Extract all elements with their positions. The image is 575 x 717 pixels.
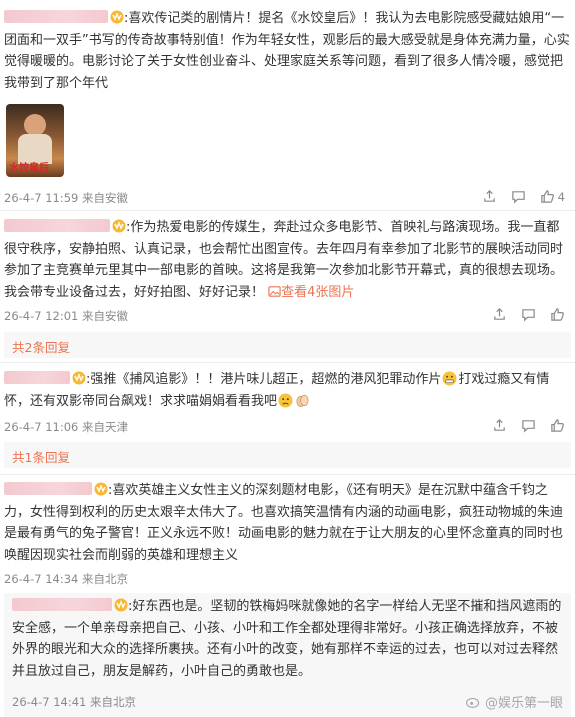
comment-icon [511,191,525,204]
picture-icon [268,286,281,297]
like-icon [540,190,554,203]
vip-badge-icon [94,482,108,496]
comment-actions [492,418,565,433]
view-replies-link[interactable]: 共1条回复 [12,447,70,466]
comment-button[interactable] [521,307,536,322]
comment-location: 来自北京 [82,572,129,586]
reply-box [4,332,571,358]
vip-badge-icon [112,219,126,233]
like-button[interactable] [550,307,565,322]
grimace-emoji-icon [442,371,457,386]
sad-emoji-icon [278,393,293,408]
comment-button[interactable] [511,189,526,204]
comment-icon [522,309,535,322]
comment-4: :喜欢英雄主义女性主义的深刻题材电影，《还有明天》是在沉默中蕴含千钧之力，女性得… [0,474,575,594]
view-pictures-link[interactable]: 查看4张图片 [268,285,354,300]
share-icon [494,419,505,431]
comment-date: 26-4-7 12:01 [4,309,79,323]
comment-meta: 26-4-7 14:34 来自北京 [4,571,128,587]
like-button[interactable] [550,418,565,433]
vip-badge-icon [110,10,124,24]
comment-text: :好东西也是。坚韧的铁梅妈咪就像她的名字一样给人无坚不摧和挡风遮雨的安全感，一个… [12,598,562,680]
comment-date: 26-4-7 11:59 [4,191,79,205]
movie-poster-image[interactable]: 水饺皇后 [6,104,64,177]
comment-1: :喜欢传记类的剧情片！提名《水饺皇后》！我认为去电影院感受藏姑娘用“一团面和一双… [0,0,575,206]
like-count: 4 [557,189,565,204]
comment-button[interactable] [521,418,536,433]
view-replies-link[interactable]: 共2条回复 [12,337,70,356]
username-redacted[interactable] [12,598,112,611]
comment-actions [492,307,565,322]
comment-date: 26-4-7 11:06 [4,420,79,434]
username-redacted[interactable] [4,219,110,232]
comment-meta: 26-4-7 12:01 来自安徽 [4,308,128,324]
comment-location: 来自安徽 [82,309,129,323]
comment-location: 来自天津 [82,420,129,434]
reply-box [4,442,571,468]
comment-icon [522,420,535,433]
comment-text: :强推《捕风追影》！！港片味儿超正，超燃的港风犯罪动作片 打戏过瘾又有情怀，还有双… [4,371,550,409]
comment-meta: 26-4-7 14:41 来自北京 [12,694,136,710]
share-button[interactable] [492,307,507,322]
share-button[interactable] [492,418,507,433]
watermark: @娱乐第一眼 [465,692,563,711]
like-icon [551,308,564,321]
comment-location: 来自安徽 [82,191,129,205]
comment-meta: 26-4-7 11:59 来自安徽 [4,190,128,206]
share-button[interactable] [482,189,497,204]
vip-badge-icon [114,598,128,612]
vip-badge-icon [72,371,86,385]
comment-actions: 4 [482,189,565,204]
username-redacted[interactable] [4,371,70,384]
comment-meta: 26-4-7 11:06 来自天津 [4,419,128,435]
share-icon [494,308,505,320]
comment-text: :喜欢英雄主义女性主义的深刻题材电影，《还有明天》是在沉默中蕴含千钧之力，女性得… [4,482,564,564]
share-icon [483,190,495,202]
comment-text: :作为热爱电影的传媒生，奔赴过众多电影节、首映礼与路演现场。我一直都很守秩序，安… [4,219,564,301]
comment-location: 来自北京 [90,695,137,709]
weibo-logo-icon [465,697,480,708]
poster-caption: 水饺皇后 [9,163,49,174]
username-redacted[interactable] [4,482,92,495]
comment-date: 26-4-7 14:34 [4,572,79,586]
comment-text: :喜欢传记类的剧情片！提名《水饺皇后》！我认为去电影院感受藏姑娘用“一团面和一双… [4,10,570,92]
comment-3: :强推《捕风追影》！！港片味儿超正，超燃的港风犯罪动作片 打戏过瘾又有情怀，还有双… [0,362,575,468]
clap-emoji-icon [296,394,309,407]
like-button[interactable]: 4 [540,189,565,204]
comment-2: :作为热爱电影的传媒生，奔赴过众多电影节、首映礼与路演现场。我一直都很守秩序，安… [0,210,575,358]
comment-date: 26-4-7 14:41 [12,695,87,709]
like-icon [551,419,564,432]
username-redacted[interactable] [4,10,108,23]
